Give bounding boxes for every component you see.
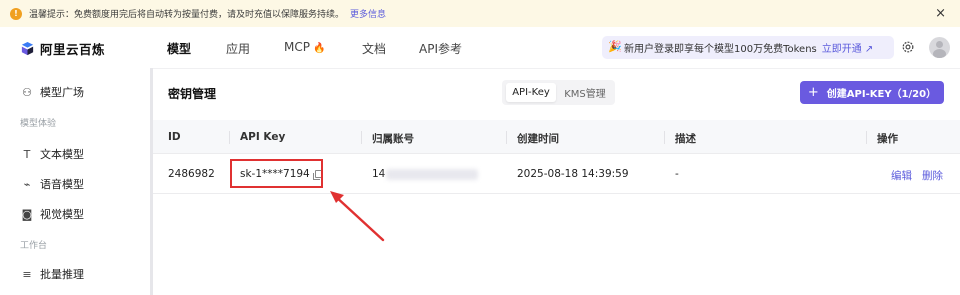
gear-icon[interactable] [901,40,915,54]
sidebar-item-voice-model[interactable]: ⌁ 语音模型 [20,176,84,192]
party-popper-icon: 🎉 [608,40,622,53]
annotation-arrow-icon [330,191,385,242]
avatar[interactable] [929,37,950,58]
sidebar-item-batch-inference[interactable]: ≡ 批量推理 [20,266,84,282]
notice-text: 温馨提示：免费额度用完后将自动转为按量付费，请及时充值以保障服务持续。 [29,10,345,20]
nav-mcp-label: MCP [284,40,310,54]
waveform-icon: ⌁ [23,177,31,191]
brand[interactable]: 阿里云百炼 [20,39,105,58]
sidebar-item-label: 视觉模型 [40,208,84,221]
tab-api-key[interactable]: API-Key [506,83,556,102]
notice-banner: ! 温馨提示：免费额度用完后将自动转为按量付费，请及时充值以保障服务持续。 更多… [0,0,960,27]
sidebar-item-label: 语音模型 [40,178,84,191]
brand-name: 阿里云百炼 [40,42,106,57]
column-header-id: ID [168,131,181,143]
promo-banner[interactable]: 🎉 新用户登录即享每个模型100万免费Tokens 立即开通 ↗ [602,36,894,59]
table-header: ID API Key 归属账号 创建时间 描述 操作 [153,120,960,154]
cell-created-time: 2025-08-18 14:39:59 [517,168,629,180]
sidebar: ⚇ 模型广场 模型体验 T 文本模型 ⌁ 语音模型 ◙ 视觉模型 工作台 ≡ 批… [0,68,150,295]
nav-apps[interactable]: 应用 [226,40,250,57]
sidebar-group-workbench: 工作台 [20,241,48,251]
cell-account: 14 [372,168,386,180]
logo-icon [21,41,34,56]
column-header-created-time: 创建时间 [506,131,559,145]
column-header-api-key: API Key [228,131,286,144]
close-icon[interactable]: × [935,6,946,21]
model-square-icon: ⚇ [22,85,32,99]
sidebar-item-label: 模型广场 [40,86,84,99]
cell-description: - [675,168,679,180]
plus-icon: + [807,85,819,100]
text-icon: T [23,147,31,161]
sidebar-item-label: 文本模型 [40,148,84,161]
more-info-link[interactable]: 更多信息 [350,7,386,20]
delete-link[interactable]: 删除 [922,168,943,183]
nav-mcp[interactable]: MCP 🔥 [284,40,325,54]
sidebar-item-model-square[interactable]: ⚇ 模型广场 [20,84,84,100]
create-api-key-button[interactable]: + 创建API-KEY（1/20） [800,81,944,104]
tab-switcher: API-Key KMS管理 [502,80,615,105]
api-key-highlight-box [230,159,323,188]
page-title: 密钥管理 [168,87,217,101]
warning-icon: ! [10,7,22,20]
sidebar-item-vision-model[interactable]: ◙ 视觉模型 [20,206,84,222]
nav-api-reference[interactable]: API参考 [419,40,462,57]
fire-icon: 🔥 [312,43,326,54]
edit-link[interactable]: 编辑 [891,168,912,183]
promo-text: 新用户登录即享每个模型100万免费Tokens [624,44,817,55]
nav-models[interactable]: 模型 [167,40,191,57]
sidebar-item-label: 批量推理 [40,268,84,281]
create-button-label: 创建API-KEY（1/20） [826,89,937,100]
masked-account-blur [386,169,478,180]
list-icon: ≡ [22,267,32,281]
top-nav: 阿里云百炼 模型 应用 MCP 🔥 文档 API参考 🎉 新用户登录即享每个模型1… [0,27,960,68]
column-header-description: 描述 [664,131,696,145]
cell-id: 2486982 [168,168,215,180]
promo-activate-link[interactable]: 立即开通 ↗ [822,40,874,55]
camera-icon: ◙ [21,207,33,221]
tab-kms[interactable]: KMS管理 [558,83,612,102]
column-header-account: 归属账号 [361,131,414,145]
column-header-actions: 操作 [866,131,898,145]
sidebar-item-text-model[interactable]: T 文本模型 [20,146,84,162]
sidebar-group-model-experience: 模型体验 [20,119,57,129]
nav-docs[interactable]: 文档 [362,40,386,57]
